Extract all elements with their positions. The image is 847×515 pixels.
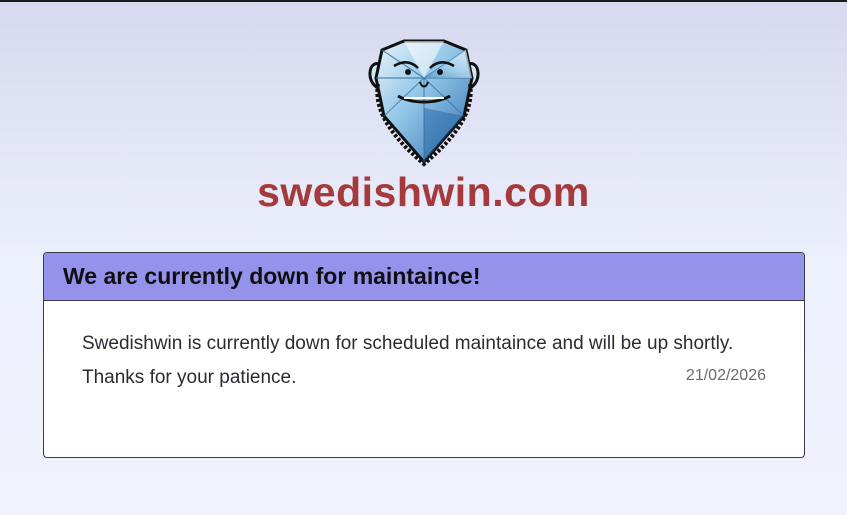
notice-date: 21/02/2026	[685, 367, 766, 384]
diamond-face-logo-icon	[368, 39, 479, 167]
notice-title: We are currently down for maintaince!	[63, 263, 481, 289]
notice-message-line: Swedishwin is currently down for schedul…	[82, 333, 734, 354]
logo-container	[0, 38, 847, 168]
notice-header: We are currently down for maintaince!	[44, 253, 804, 301]
maintenance-notice: We are currently down for maintaince! Sw…	[43, 252, 805, 458]
site-name: swedishwin.com	[257, 169, 590, 215]
